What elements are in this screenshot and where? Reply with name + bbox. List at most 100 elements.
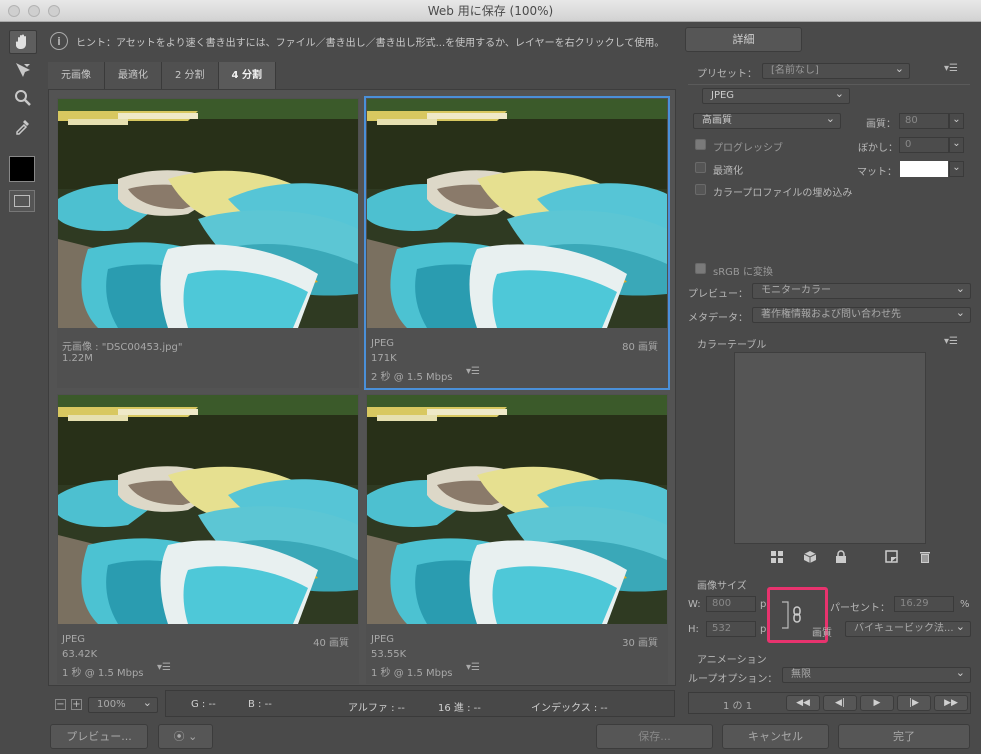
srgb-checkbox[interactable] bbox=[695, 263, 706, 274]
minimize-window-button[interactable] bbox=[28, 5, 40, 17]
pane-menu-icon[interactable]: ▾☰ bbox=[157, 662, 171, 673]
metadata-label: メタデータ： bbox=[688, 313, 748, 324]
embed-profile-label: カラープロファイルの埋め込み bbox=[713, 188, 853, 199]
preview-pane-original[interactable]: 元画像 : "DSC00453.jpg" 1.22M bbox=[57, 98, 359, 388]
percent-unit: % bbox=[960, 599, 970, 610]
hand-tool-icon[interactable] bbox=[9, 30, 37, 54]
matte-dropdown-icon[interactable]: ⌄ bbox=[949, 161, 964, 177]
optimize-checkbox[interactable] bbox=[695, 162, 706, 173]
quality-input[interactable]: 80 bbox=[899, 113, 949, 129]
height-unit: p bbox=[760, 624, 767, 635]
quality-preset-dropdown[interactable]: 高画質 bbox=[693, 112, 841, 129]
close-window-button[interactable] bbox=[8, 5, 20, 17]
pane-menu-icon[interactable]: ▾☰ bbox=[466, 366, 480, 377]
status-b: B : -- bbox=[248, 699, 272, 710]
save-button[interactable]: 保存... bbox=[596, 724, 713, 749]
blur-input[interactable]: 0 bbox=[899, 137, 949, 153]
srgb-label: sRGB に変換 bbox=[713, 267, 773, 278]
chain-link-icon[interactable] bbox=[781, 598, 807, 635]
progressive-label: プログレッシブ bbox=[713, 143, 783, 154]
preset-menu-icon[interactable]: ▾☰ bbox=[944, 63, 958, 74]
status-bar: G : -- B : -- アルファ : -- 16 進 : -- インデックス… bbox=[165, 690, 675, 717]
preview-pane-3[interactable]: JPEG 40 画質 63.42K 1 秒 @ 1.5 Mbps ▾☰ bbox=[57, 394, 359, 684]
height-input[interactable]: 532 bbox=[706, 621, 756, 637]
new-color-icon[interactable] bbox=[885, 550, 899, 567]
play-button[interactable]: ▶ bbox=[860, 695, 894, 711]
pane-info-line3: 2 秒 @ 1.5 Mbps bbox=[371, 372, 453, 383]
boats-photo bbox=[58, 395, 358, 624]
metadata-dropdown[interactable]: 著作権情報および問い合わせ先 bbox=[752, 306, 971, 323]
matte-label: マット： bbox=[857, 167, 897, 178]
status-alpha: アルファ : -- bbox=[348, 703, 405, 714]
cancel-button[interactable]: キャンセル bbox=[722, 724, 829, 749]
progressive-checkbox[interactable] bbox=[695, 139, 706, 150]
resample-dropdown[interactable]: バイキュービック法... bbox=[845, 620, 971, 637]
detail-button[interactable]: 詳細 bbox=[685, 27, 802, 52]
pane-info-line2: 171K bbox=[371, 353, 397, 364]
hint-text: ヒント：アセットをより速く書き出すには、ファイル／書き出し／書き出し形式...を… bbox=[76, 37, 665, 49]
embed-profile-checkbox[interactable] bbox=[695, 184, 706, 195]
boats-photo bbox=[367, 99, 667, 328]
color-table-header: カラーテーブル bbox=[697, 340, 767, 351]
pane-quality: 80 画質 bbox=[622, 342, 658, 353]
trash-icon[interactable] bbox=[918, 550, 932, 567]
pane-info-line1: JPEG bbox=[371, 634, 395, 645]
loop-dropdown[interactable]: 無限 bbox=[782, 666, 971, 683]
pane-info-line2: 63.42K bbox=[62, 649, 98, 660]
color-table-menu-icon[interactable]: ▾☰ bbox=[944, 336, 958, 347]
eyedropper-tool-icon[interactable] bbox=[9, 114, 37, 138]
status-index: インデックス : -- bbox=[531, 703, 608, 714]
preset-label: プリセット： bbox=[697, 69, 757, 80]
matte-swatch[interactable] bbox=[900, 161, 948, 177]
pane-info-line3: 1 秒 @ 1.5 Mbps bbox=[371, 668, 453, 679]
width-input[interactable]: 800 bbox=[706, 596, 756, 612]
web-snap-icon[interactable] bbox=[770, 550, 784, 564]
width-unit: p bbox=[760, 599, 767, 610]
pane-info-line2: 1.22M bbox=[62, 353, 93, 364]
toggle-slices-icon[interactable] bbox=[9, 190, 35, 212]
preview-pane-selected[interactable]: JPEG 80 画質 171K 2 秒 @ 1.5 Mbps ▾☰ bbox=[364, 96, 670, 390]
preview-label: プレビュー： bbox=[688, 289, 748, 300]
zoom-out-button[interactable]: − bbox=[55, 699, 66, 710]
view-tabs: 元画像 最適化 2 分割 4 分割 bbox=[48, 62, 276, 89]
pane-info-line1: JPEG bbox=[62, 634, 86, 645]
preview-dropdown[interactable]: モニターカラー bbox=[752, 282, 971, 299]
tab-2-up[interactable]: 2 分割 bbox=[162, 62, 219, 89]
next-frame-button[interactable]: |▶ bbox=[897, 695, 931, 711]
resample-quality-label: 画質 bbox=[812, 628, 832, 639]
zoom-window-button[interactable] bbox=[48, 5, 60, 17]
eyedropper-color-swatch[interactable] bbox=[9, 156, 35, 182]
blur-label: ぼかし： bbox=[858, 143, 898, 154]
tab-4-up[interactable]: 4 分割 bbox=[218, 62, 276, 89]
percent-label: パーセント： bbox=[830, 603, 890, 614]
prev-frame-button[interactable]: ◀| bbox=[823, 695, 857, 711]
last-frame-button[interactable]: ▶▶ bbox=[934, 695, 968, 711]
height-label: H: bbox=[688, 624, 699, 635]
zoom-in-button[interactable]: + bbox=[71, 699, 82, 710]
preview-button[interactable]: プレビュー... bbox=[50, 724, 148, 749]
slice-select-tool-icon[interactable] bbox=[9, 58, 37, 82]
preset-dropdown[interactable]: [名前なし] bbox=[762, 62, 910, 79]
first-frame-button[interactable]: ◀◀ bbox=[786, 695, 820, 711]
quality-slider-icon[interactable]: ⌄ bbox=[949, 113, 964, 129]
preview-area: 元画像 : "DSC00453.jpg" 1.22M JPEG 80 画質 17… bbox=[48, 89, 676, 686]
preview-pane-4[interactable]: JPEG 30 画質 53.55K 1 秒 @ 1.5 Mbps ▾☰ bbox=[366, 394, 668, 684]
preview-browser-icon[interactable]: ⦿ ⌄ bbox=[158, 724, 213, 749]
zoom-tool-icon[interactable] bbox=[9, 86, 37, 110]
zoom-dropdown[interactable]: 100% bbox=[88, 696, 158, 713]
pane-info-line1: JPEG bbox=[371, 338, 395, 349]
info-icon: i bbox=[50, 32, 68, 50]
tab-original[interactable]: 元画像 bbox=[48, 62, 105, 89]
format-dropdown[interactable]: JPEG bbox=[702, 87, 850, 104]
done-button[interactable]: 完了 bbox=[838, 724, 970, 749]
pane-menu-icon[interactable]: ▾☰ bbox=[466, 662, 480, 673]
loop-label: ループオプション： bbox=[688, 674, 778, 685]
blur-slider-icon[interactable]: ⌄ bbox=[949, 137, 964, 153]
width-label: W: bbox=[688, 599, 701, 610]
tab-optimized[interactable]: 最適化 bbox=[105, 62, 162, 89]
title-bar: Web 用に保存 (100%) bbox=[0, 0, 981, 22]
percent-input[interactable]: 16.29 bbox=[894, 596, 954, 612]
cube-icon[interactable] bbox=[803, 550, 817, 567]
lock-icon[interactable] bbox=[834, 550, 848, 567]
pane-info-line3: 1 秒 @ 1.5 Mbps bbox=[62, 668, 144, 679]
